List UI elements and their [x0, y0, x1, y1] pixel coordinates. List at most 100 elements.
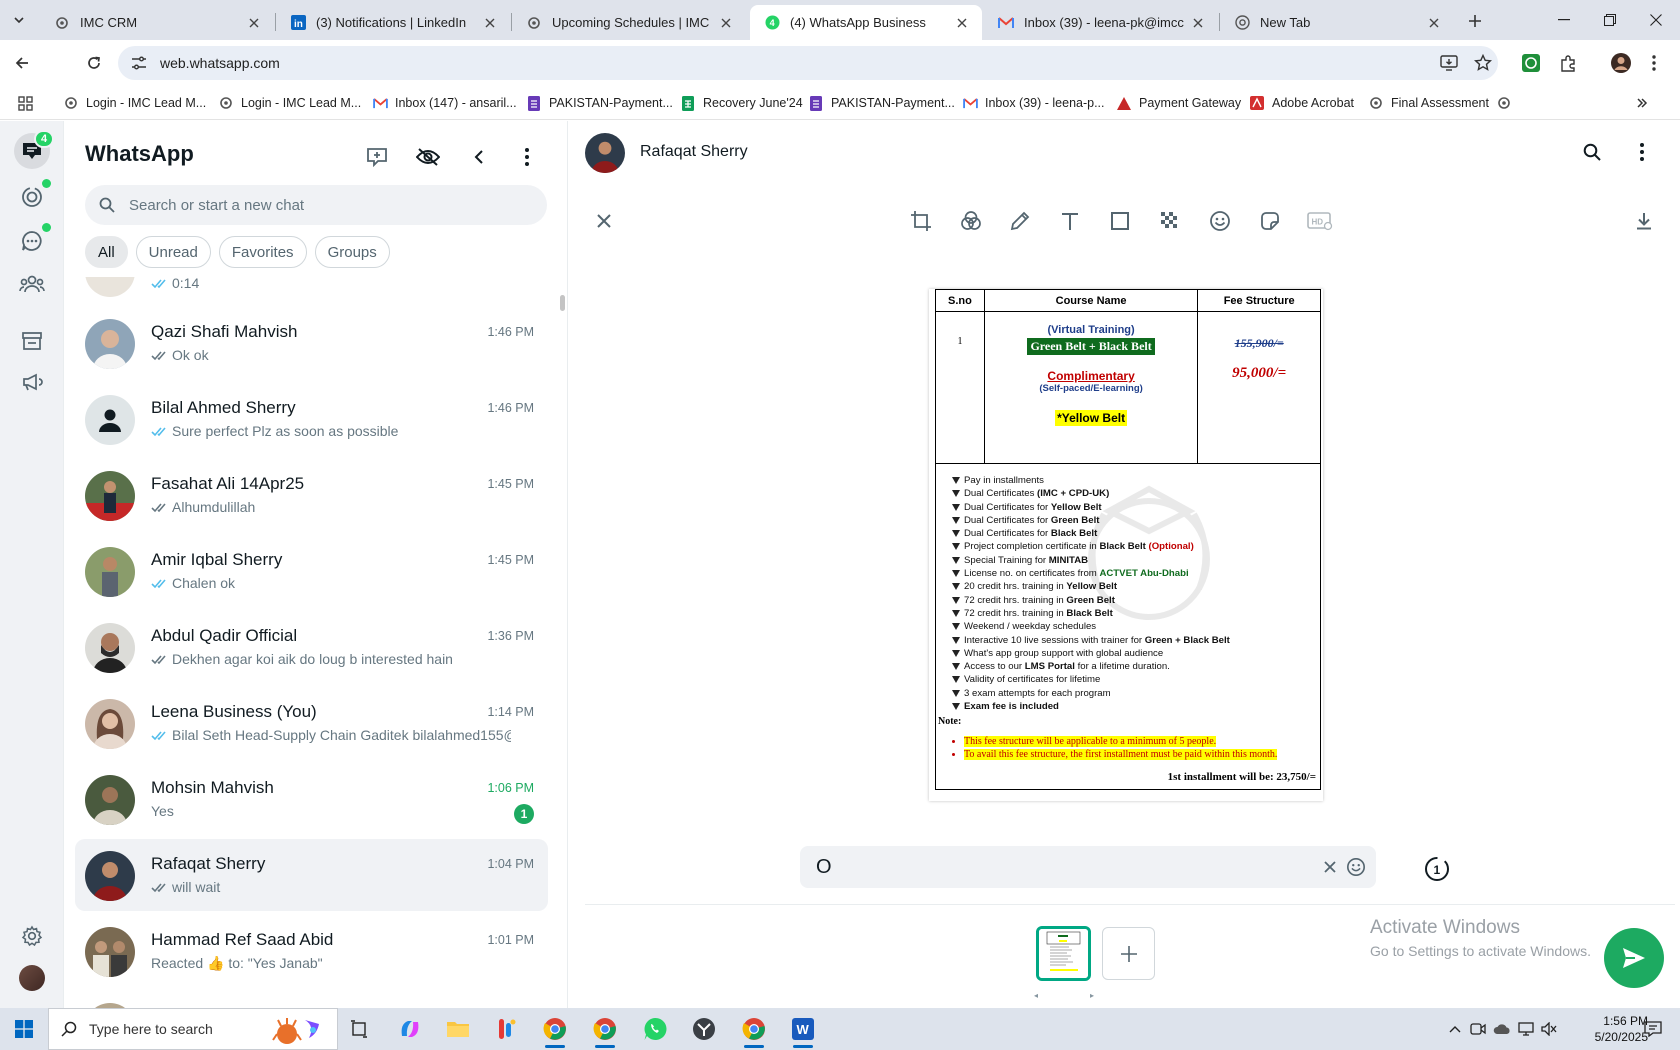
chat-search-input[interactable] — [129, 196, 529, 214]
new-chat-button[interactable] — [361, 141, 393, 173]
bookmark-item[interactable]: Adobe Acrobat — [1249, 94, 1354, 112]
send-button[interactable] — [1604, 928, 1664, 988]
view-once-button[interactable]: 1 — [1424, 856, 1450, 882]
settings-nav-button[interactable] — [14, 918, 50, 954]
caption-input[interactable] — [816, 855, 1296, 879]
scroll-left-icon[interactable]: ◂ — [1034, 991, 1038, 1000]
chat-row[interactable]: Amir Iqbal Sherry 1:45 PM Chalen ok — [75, 535, 548, 607]
bookmark-star-button[interactable] — [1468, 48, 1498, 78]
crop-tool-button[interactable] — [905, 205, 937, 237]
tab-search-button[interactable] — [6, 7, 32, 33]
close-icon[interactable] — [1426, 15, 1442, 31]
taskbar-search-input[interactable] — [89, 1021, 269, 1037]
blur-tool-button[interactable] — [1154, 205, 1186, 237]
my-profile-avatar[interactable] — [19, 965, 45, 991]
taskbar-search[interactable] — [48, 1008, 338, 1050]
chat-row-selected[interactable]: Rafaqat Sherry 1:04 PM will wait — [75, 839, 548, 911]
browser-tab-linkedin[interactable]: in (3) Notifications | LinkedIn — [276, 5, 510, 40]
text-tool-button[interactable] — [1054, 205, 1086, 237]
bookmark-item[interactable]: Final Assessment — [1368, 94, 1489, 112]
taskbar-file-explorer[interactable] — [438, 1013, 478, 1045]
address-bar[interactable]: web.whatsapp.com — [118, 46, 1498, 80]
chat-row[interactable]: Fasahat Ali 14Apr25 1:45 PM Alhumdulilla… — [75, 459, 548, 531]
bookmark-item[interactable]: Login - IMC Lead M... — [63, 94, 206, 112]
bookmark-item[interactable]: Inbox (39) - leena-p... — [962, 94, 1105, 112]
profile-avatar[interactable] — [1608, 50, 1634, 76]
chat-row-partial[interactable] — [75, 991, 548, 1008]
close-icon[interactable] — [482, 15, 498, 31]
sidebar-menu-button[interactable] — [511, 141, 543, 173]
caption-emoji-button[interactable] — [1345, 856, 1367, 878]
filter-all[interactable]: All — [85, 236, 128, 268]
browser-tab-upcoming-schedules[interactable]: Upcoming Schedules | IMC Certi — [512, 5, 746, 40]
minimize-button[interactable] — [1541, 0, 1587, 40]
chat-row[interactable]: Qazi Shafi Mahvish 1:46 PM Ok ok — [75, 307, 548, 379]
tray-meet-icon[interactable] — [1467, 1008, 1489, 1050]
close-icon[interactable] — [1190, 15, 1206, 31]
browser-tab-imc-crm[interactable]: IMC CRM — [40, 5, 274, 40]
draw-tool-button[interactable] — [1004, 205, 1036, 237]
restore-button[interactable] — [1587, 0, 1633, 40]
site-info-icon[interactable] — [130, 54, 148, 72]
taskbar-app-timer[interactable] — [684, 1013, 724, 1045]
browser-tab-new-tab[interactable]: New Tab — [1220, 5, 1454, 40]
browser-tab-gmail-inbox[interactable]: Inbox (39) - leena-pk@imccerti — [984, 5, 1218, 40]
tray-volume-icon[interactable] — [1538, 1008, 1560, 1050]
chat-row[interactable]: Abdul Qadir Official 1:36 PM Dekhen agar… — [75, 611, 548, 683]
hide-button[interactable] — [412, 141, 444, 173]
catalog-nav-button[interactable] — [14, 323, 50, 359]
extensions-icon[interactable] — [1555, 50, 1581, 76]
download-button[interactable] — [1628, 205, 1660, 237]
taskbar-chrome-1[interactable] — [535, 1013, 575, 1048]
emoji-tool-button[interactable] — [1204, 205, 1236, 237]
close-editor-button[interactable] — [588, 205, 620, 237]
taskbar-whatsapp[interactable] — [635, 1013, 675, 1045]
chat-row[interactable]: Hammad Ref Saad Abid 1:01 PM Reacted 👍 t… — [75, 915, 548, 987]
add-media-button[interactable] — [1102, 927, 1155, 980]
chat-row[interactable]: Leena Business (You) 1:14 PM Bilal Seth … — [75, 687, 548, 759]
collapse-sidebar-button[interactable] — [463, 141, 495, 173]
media-thumbnail-selected[interactable] — [1036, 926, 1091, 981]
install-app-button[interactable] — [1434, 48, 1464, 78]
filter-favorites[interactable]: Favorites — [218, 236, 307, 268]
close-icon[interactable] — [954, 15, 970, 31]
chat-row[interactable]: Mohsin Mahvish 1:06 PM Yes 1 — [75, 763, 548, 835]
notifications-button[interactable] — [1638, 1008, 1668, 1050]
whatsapp-extension-icon[interactable] — [1518, 50, 1544, 76]
caption-box[interactable] — [800, 846, 1376, 888]
chat-row[interactable]: Bilal Ahmed Sherry 1:46 PM Sure perfect … — [75, 383, 548, 455]
bookmark-item[interactable]: Recovery June'24 — [680, 94, 803, 112]
chat-row-partial[interactable]: 0:14 — [75, 277, 548, 307]
tray-network-icon[interactable] — [1515, 1008, 1537, 1050]
chat-list-scrollbar[interactable] — [560, 295, 565, 311]
taskbar-copilot[interactable] — [390, 1013, 430, 1045]
bookmark-item[interactable]: PAKISTAN-Payment... — [526, 94, 673, 112]
start-button[interactable] — [0, 1008, 48, 1050]
bookmark-item[interactable]: Payment Gateway — [1116, 94, 1241, 112]
taskbar-chrome-3[interactable] — [734, 1013, 774, 1048]
taskbar-word[interactable]: W — [783, 1013, 823, 1048]
filter-tool-button[interactable] — [955, 205, 987, 237]
bookmark-item[interactable]: Login - IMC Lead M... — [218, 94, 361, 112]
back-button[interactable] — [8, 49, 36, 77]
bookmark-item[interactable]: PAKISTAN-Payment... — [808, 94, 955, 112]
search-chat-button[interactable] — [1577, 137, 1607, 167]
sticker-tool-button[interactable] — [1254, 205, 1286, 237]
bookmark-item[interactable]: Inbox (147) - ansaril... — [372, 94, 517, 112]
tray-overflow-button[interactable] — [1444, 1008, 1466, 1050]
bookmark-overflow-item[interactable] — [1496, 94, 1519, 112]
browser-menu-button[interactable] — [1641, 50, 1667, 76]
scroll-right-icon[interactable]: ▸ — [1090, 991, 1094, 1000]
task-view-button[interactable] — [340, 1013, 380, 1045]
chat-menu-button[interactable] — [1627, 137, 1657, 167]
shape-tool-button[interactable] — [1104, 205, 1136, 237]
browser-tab-whatsapp[interactable]: 4 (4) WhatsApp Business — [750, 5, 982, 40]
reload-button[interactable] — [80, 49, 108, 77]
communities-nav-button[interactable] — [14, 266, 50, 302]
chat-search-box[interactable] — [85, 185, 547, 225]
contact-avatar[interactable] — [585, 133, 625, 173]
close-window-button[interactable] — [1633, 0, 1679, 40]
filter-groups[interactable]: Groups — [314, 236, 390, 268]
close-icon[interactable] — [718, 15, 734, 31]
contact-name[interactable]: Rafaqat Sherry — [640, 143, 748, 161]
